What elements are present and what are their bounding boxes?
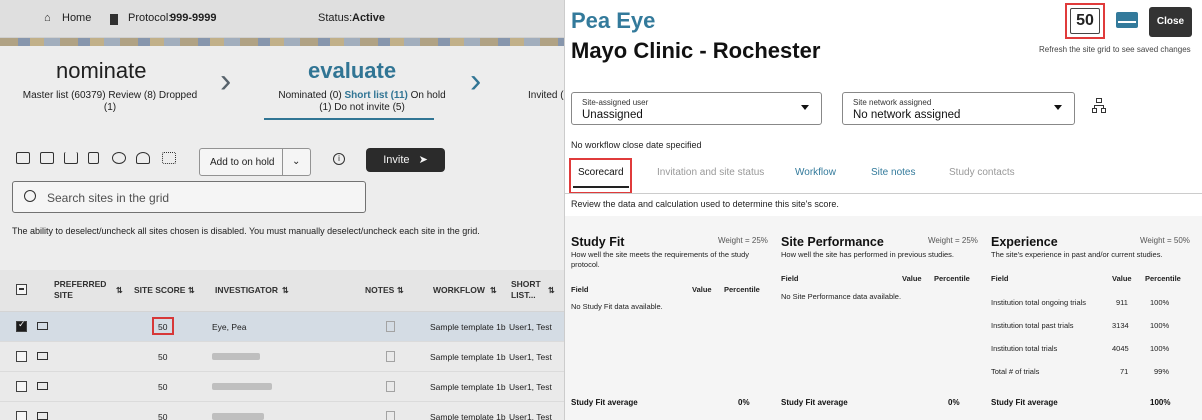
experience-row-field: Institution total trials [991,344,1058,353]
site-performance-desc: How well the site has performed in previ… [781,250,954,259]
site-assigned-user-select[interactable]: Site-assigned user Unassigned [571,92,822,125]
close-date-text: No workflow close date specified [571,140,702,150]
experience-row-field: Institution total past trials [991,321,1074,330]
experience-row-value: 911 [1116,298,1128,307]
study-fit-avg-label: Study Fit average [571,398,638,407]
experience-field-header: Field [991,274,1009,283]
site-performance-percentile-header: Percentile [934,274,970,283]
tab-study-contacts[interactable]: Study contacts [949,167,1015,178]
study-fit-percentile-header: Percentile [724,285,760,294]
study-fit-value-header: Value [692,285,712,294]
experience-row-percentile: 100% [1150,298,1170,307]
envelope-icon[interactable] [1116,12,1138,28]
study-fit-desc: How well the site meets the requirements… [571,250,750,269]
experience-row-value: 71 [1120,367,1129,376]
tab-workflow[interactable]: Workflow [795,167,836,178]
overlay-shade [0,0,564,420]
highlight-box [1065,3,1105,39]
experience-row-field: Institution total ongoing trials [991,298,1087,307]
experience-avg-label: Study Fit average [991,398,1058,407]
site-performance-title: Site Performance [781,235,884,249]
experience-desc: The site's experience in past and/or cur… [991,250,1163,259]
refresh-hint: Refresh the site grid to see saved chang… [1039,45,1191,54]
site-performance-weight: Weight = 25% [928,236,978,245]
site-performance-field-header: Field [781,274,799,283]
site-name: Mayo Clinic - Rochester [571,38,821,63]
study-fit-empty: No Study Fit data available. [571,302,663,311]
site-performance-avg-value: 0% [948,398,960,407]
experience-percentile-header: Percentile [1145,274,1181,283]
experience-weight: Weight = 50% [1140,236,1190,245]
caret-down-icon [1054,105,1062,110]
site-performance-value-header: Value [902,274,922,283]
site-grid-page: ⌂ Home Protocol: 999-9999 Status: Active… [0,0,564,420]
site-performance-empty: No Site Performance data available. [781,292,902,301]
site-detail-panel: Pea Eye Mayo Clinic - Rochester 50 Close… [564,0,1202,420]
close-button[interactable]: Close [1149,7,1192,37]
highlight-box [569,158,632,194]
experience-row-percentile: 100% [1150,344,1170,353]
experience-value-header: Value [1112,274,1132,283]
experience-row-field: Total # of trials [991,367,1040,376]
site-performance-avg-label: Study Fit average [781,398,848,407]
experience-row-value: 4045 [1112,344,1129,353]
experience-row-percentile: 100% [1150,321,1170,330]
experience-title: Experience [991,235,1058,249]
caret-down-icon [801,105,809,110]
tab-divider [565,193,1202,194]
tab-site-notes[interactable]: Site notes [871,167,915,178]
experience-avg-value: 100% [1150,398,1171,407]
experience-row-percentile: 99% [1154,367,1170,376]
study-fit-title: Study Fit [571,235,625,249]
site-network-select[interactable]: Site network assigned No network assigne… [842,92,1075,125]
review-text: Review the data and calculation used to … [571,199,839,209]
experience-row-value: 3134 [1112,321,1129,330]
investigator-name: Pea Eye [571,8,656,33]
study-fit-field-header: Field [571,285,589,294]
study-fit-avg-value: 0% [738,398,750,407]
hierarchy-icon[interactable] [1092,98,1106,114]
study-fit-weight: Weight = 25% [718,236,768,245]
tab-invitation-status[interactable]: Invitation and site status [657,167,764,178]
